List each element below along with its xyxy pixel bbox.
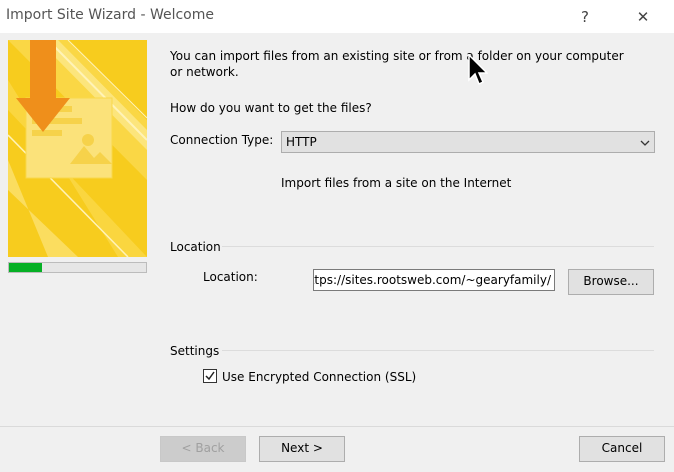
settings-group-divider xyxy=(222,350,654,351)
connection-description: Import files from a site on the Internet xyxy=(281,176,512,190)
question-text: How do you want to get the files? xyxy=(170,101,372,115)
connection-type-select[interactable]: HTTP xyxy=(281,131,655,153)
close-icon[interactable]: ✕ xyxy=(631,6,655,28)
connection-type-label: Connection Type: xyxy=(170,133,274,147)
location-input-value: https://sites.rootsweb.com/~gearyfamily/ xyxy=(313,273,551,287)
settings-group-title: Settings xyxy=(170,344,220,358)
intro-text: You can import files from an existing si… xyxy=(170,49,624,79)
window-title: Import Site Wizard - Welcome xyxy=(6,7,214,23)
location-label: Location: xyxy=(203,270,258,284)
import-arrow-illustration xyxy=(8,40,147,257)
ssl-checkbox[interactable] xyxy=(203,369,217,383)
connection-type-value: HTTP xyxy=(286,135,317,149)
location-group-title: Location xyxy=(170,240,221,254)
mouse-cursor xyxy=(468,53,489,89)
checkmark-icon xyxy=(205,371,215,381)
wizard-progress xyxy=(8,262,147,273)
help-icon[interactable]: ? xyxy=(573,6,597,28)
footer-divider xyxy=(0,426,674,427)
cancel-button[interactable]: Cancel xyxy=(579,436,665,462)
ssl-checkbox-label[interactable]: Use Encrypted Connection (SSL) xyxy=(222,370,416,384)
location-group-divider xyxy=(222,246,654,247)
progress-fill xyxy=(9,263,42,272)
location-input[interactable]: https://sites.rootsweb.com/~gearyfamily/ xyxy=(313,269,555,291)
back-button[interactable]: < Back xyxy=(160,436,246,462)
browse-button[interactable]: Browse... xyxy=(568,269,654,295)
wizard-banner xyxy=(8,40,147,257)
chevron-down-icon xyxy=(640,137,650,151)
next-button[interactable]: Next > xyxy=(259,436,345,462)
